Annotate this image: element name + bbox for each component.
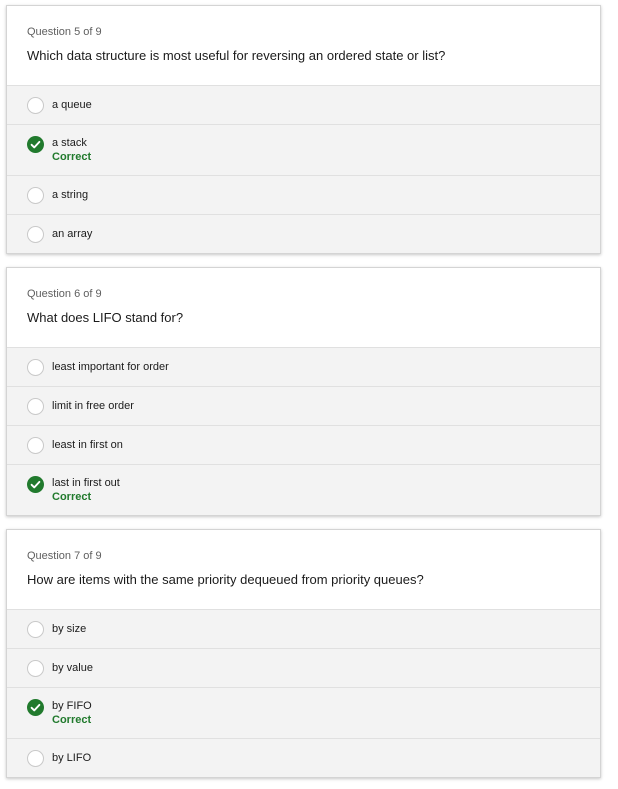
answer-option-by-value[interactable]: by value: [7, 648, 600, 687]
question-number: Question 6 of 9: [27, 288, 102, 300]
checkmark-circle-icon: [27, 136, 44, 153]
radio-empty-icon[interactable]: [27, 187, 44, 204]
radio-empty-icon[interactable]: [27, 398, 44, 415]
answer-option-last-in-first-out[interactable]: last in first out Correct: [7, 464, 600, 515]
answer-option-least-in-first-on[interactable]: least in first on: [7, 425, 600, 464]
option-label: by FIFO: [52, 699, 92, 712]
option-label: an array: [52, 227, 93, 240]
option-label: by LIFO: [52, 751, 92, 764]
question-header: Question 7 of 9 How are items with the s…: [7, 530, 600, 609]
correct-result-label: Correct: [52, 713, 92, 726]
answer-option-a-queue[interactable]: a queue: [7, 85, 600, 124]
answer-option-by-fifo[interactable]: by FIFO Correct: [7, 687, 600, 738]
checkmark-circle-icon: [27, 699, 44, 716]
answer-option-an-array[interactable]: an array: [7, 214, 600, 253]
answer-option-a-string[interactable]: a string: [7, 175, 600, 214]
option-label: a string: [52, 188, 89, 201]
correct-result-label: Correct: [52, 150, 92, 163]
question-header: Question 5 of 9 Which data structure is …: [7, 6, 600, 85]
option-label: a queue: [52, 98, 92, 111]
radio-empty-icon[interactable]: [27, 226, 44, 243]
option-label: by value: [52, 661, 93, 674]
correct-result-label: Correct: [52, 490, 92, 503]
answer-option-a-stack[interactable]: a stack Correct: [7, 124, 600, 175]
radio-empty-icon[interactable]: [27, 621, 44, 638]
option-label: by size: [52, 622, 87, 635]
radio-empty-icon[interactable]: [27, 437, 44, 454]
radio-empty-icon[interactable]: [27, 97, 44, 114]
option-label: limit in free order: [52, 399, 134, 412]
question-number: Question 7 of 9: [27, 550, 102, 562]
option-label: least important for order: [52, 360, 169, 373]
question-text: How are items with the same priority deq…: [27, 572, 424, 587]
radio-empty-icon[interactable]: [27, 359, 44, 376]
answer-option-limit-in-free-order[interactable]: limit in free order: [7, 386, 600, 425]
option-label: last in first out: [52, 476, 120, 489]
answer-option-by-size[interactable]: by size: [7, 609, 600, 648]
question-text: What does LIFO stand for?: [27, 310, 184, 325]
radio-empty-icon[interactable]: [27, 660, 44, 677]
radio-empty-icon[interactable]: [27, 750, 44, 767]
answer-option-least-important-for-order[interactable]: least important for order: [7, 347, 600, 386]
question-card-7: Question 7 of 9 How are items with the s…: [6, 529, 601, 778]
question-text: Which data structure is most useful for …: [27, 48, 446, 63]
answer-option-by-lifo[interactable]: by LIFO: [7, 738, 600, 777]
question-header: Question 6 of 9 What does LIFO stand for…: [7, 268, 600, 347]
option-label: a stack: [52, 136, 87, 149]
question-card-6: Question 6 of 9 What does LIFO stand for…: [6, 267, 601, 516]
option-label: least in first on: [52, 438, 123, 451]
checkmark-circle-icon: [27, 476, 44, 493]
question-card-5: Question 5 of 9 Which data structure is …: [6, 5, 601, 254]
question-number: Question 5 of 9: [27, 26, 102, 38]
